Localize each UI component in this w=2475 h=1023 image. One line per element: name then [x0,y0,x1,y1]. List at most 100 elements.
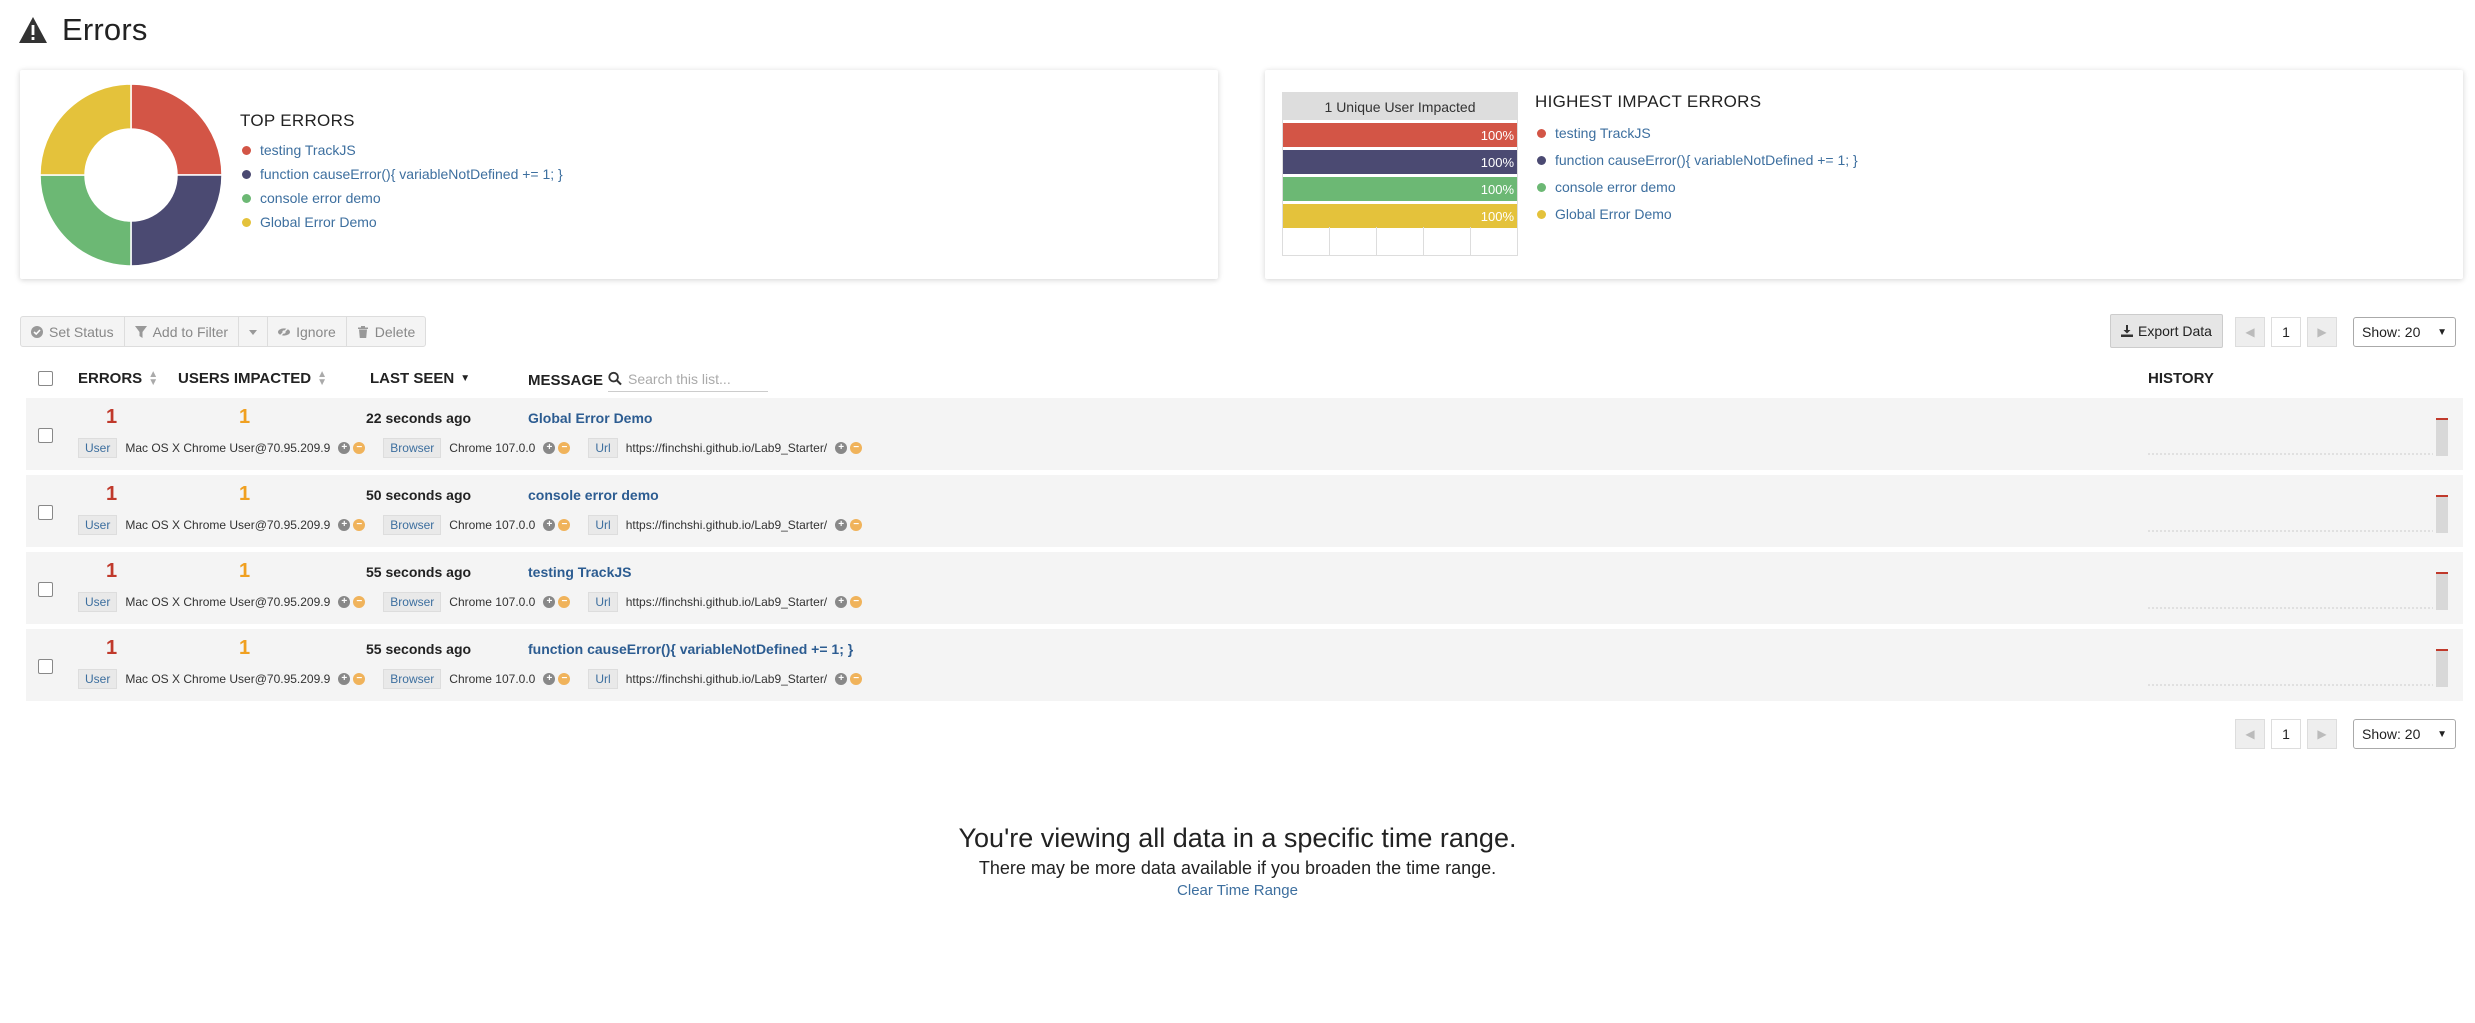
row-checkbox[interactable] [38,659,53,674]
legend-link[interactable]: console error demo [260,190,381,206]
table-row[interactable]: 1 1 22 seconds ago Global Error Demo User Mac… [26,398,2463,470]
highest-impact-card: 1 Unique User Impacted 100% 100% 100% 10… [1265,70,2463,279]
select-all-checkbox[interactable] [38,371,53,386]
legend-item[interactable]: testing TrackJS [242,138,563,162]
col-message-label: MESSAGE [528,372,604,389]
exclude-filter-icon[interactable]: − [353,442,366,454]
ignore-button[interactable]: Ignore [268,317,347,346]
users-impacted-count: 1 [239,483,251,505]
add-filter-icon[interactable]: + [835,673,848,685]
add-to-filter-label: Add to Filter [152,323,229,340]
table-row[interactable]: 1 1 55 seconds ago function causeError(){ v… [26,629,2463,701]
search-input[interactable] [628,370,768,387]
legend-link[interactable]: console error demo [1555,174,1676,201]
legend-link[interactable]: Global Error Demo [260,214,377,230]
exclude-filter-icon[interactable]: − [558,673,571,685]
add-filter-icon[interactable]: + [835,519,848,531]
users-impacted-count: 1 [239,637,251,659]
page-size-select[interactable]: Show: 20 ▼ [2353,317,2456,347]
filter-dropdown-toggle[interactable] [239,317,269,346]
legend-link[interactable]: Global Error Demo [1555,201,1672,228]
legend-item[interactable]: Global Error Demo [1537,201,1858,228]
exclude-filter-icon[interactable]: − [850,596,863,608]
error-message-link[interactable]: console error demo [528,487,659,503]
last-seen: 55 seconds ago [366,641,472,657]
row-tags: User Mac OS X Chrome User@70.95.209.9 + − Br… [78,438,865,458]
page-number[interactable]: 1 [2271,719,2301,749]
legend-item[interactable]: function causeError(){ variableNotDefine… [242,162,563,186]
page-size-select[interactable]: Show: 20 ▼ [2353,719,2456,749]
legend-item[interactable]: function causeError(){ variableNotDefine… [1537,147,1858,174]
col-last-seen[interactable]: LAST SEEN ▼ [370,370,470,387]
donut-slice[interactable] [130,174,223,267]
error-message-link[interactable]: testing TrackJS [528,564,632,580]
prev-page-button[interactable]: ◀ [2235,317,2265,347]
legend-item[interactable]: testing TrackJS [1537,120,1858,147]
table-header: ERRORS ▲ ▼ USERS IMPACTED ▲ ▼ LAST SEEN ▼ … [26,364,2463,394]
exclude-filter-icon[interactable]: − [558,442,571,454]
add-filter-icon[interactable]: + [543,596,556,608]
legend-link[interactable]: function causeError(){ variableNotDefine… [260,166,563,182]
exclude-filter-icon[interactable]: − [558,519,571,531]
donut-slice[interactable] [39,174,132,267]
add-filter-icon[interactable]: + [543,673,556,685]
next-page-button[interactable]: ▶ [2307,719,2337,749]
add-filter-icon[interactable]: + [338,442,351,454]
last-seen: 55 seconds ago [366,564,472,580]
legend-item[interactable]: console error demo [1537,174,1858,201]
page-size-value: Show: 20 [2362,726,2421,742]
message-search [608,366,768,392]
legend-link[interactable]: function causeError(){ variableNotDefine… [1555,147,1858,174]
legend-link[interactable]: testing TrackJS [1555,120,1651,147]
chevron-down-icon: ▼ [2437,326,2447,338]
col-history: HISTORY [2148,370,2214,387]
row-checkbox[interactable] [38,582,53,597]
trash-icon [357,325,368,338]
check-circle-icon [31,325,43,338]
impact-bar-header: 1 Unique User Impacted [1283,93,1517,120]
error-message-link[interactable]: Global Error Demo [528,410,652,426]
table-row[interactable]: 1 1 50 seconds ago console error demo User Ma… [26,475,2463,547]
table-row[interactable]: 1 1 55 seconds ago testing TrackJS User Mac O… [26,552,2463,624]
add-filter-icon[interactable]: + [338,673,351,685]
col-users-impacted[interactable]: USERS IMPACTED ▲ ▼ [178,369,327,387]
row-checkbox[interactable] [38,505,53,520]
exclude-filter-icon[interactable]: − [850,442,863,454]
prev-page-button[interactable]: ◀ [2235,719,2265,749]
tag-value-user: Mac OS X Chrome User@70.95.209.9 [125,441,331,455]
legend-item[interactable]: console error demo [242,186,563,210]
set-status-label: Set Status [49,323,114,340]
page-number[interactable]: 1 [2271,317,2301,347]
exclude-filter-icon[interactable]: − [558,596,571,608]
impact-bar: 100% [1283,204,1517,228]
delete-button[interactable]: Delete [347,317,425,346]
clear-time-range-link[interactable]: Clear Time Range [1177,882,1298,899]
donut-slice[interactable] [39,83,132,176]
exclude-filter-icon[interactable]: − [850,519,863,531]
exclude-filter-icon[interactable]: − [353,673,366,685]
add-filter-icon[interactable]: + [543,442,556,454]
col-errors[interactable]: ERRORS ▲ ▼ [78,369,158,387]
add-filter-icon[interactable]: + [338,519,351,531]
row-checkbox[interactable] [38,428,53,443]
error-message-link[interactable]: function causeError(){ variableNotDefine… [528,641,853,657]
tag-label-url: Url [588,669,618,689]
tag-value-user: Mac OS X Chrome User@70.95.209.9 [125,518,331,532]
legend-link[interactable]: testing TrackJS [260,142,356,158]
donut-slice[interactable] [130,83,223,176]
delete-label: Delete [374,323,416,340]
add-filter-icon[interactable]: + [543,519,556,531]
exclude-filter-icon[interactable]: − [353,519,366,531]
tag-value-url: https://finchshi.github.io/Lab9_Starter/ [625,595,828,609]
exclude-filter-icon[interactable]: − [850,673,863,685]
search-icon [608,371,622,386]
legend-item[interactable]: Global Error Demo [242,210,563,234]
next-page-button[interactable]: ▶ [2307,317,2337,347]
add-filter-icon[interactable]: + [835,442,848,454]
exclude-filter-icon[interactable]: − [353,596,366,608]
set-status-button[interactable]: Set Status [21,317,125,346]
add-filter-icon[interactable]: + [835,596,848,608]
add-filter-icon[interactable]: + [338,596,351,608]
export-data-button[interactable]: Export Data [2110,314,2223,348]
add-to-filter-button[interactable]: Add to Filter [125,317,240,346]
